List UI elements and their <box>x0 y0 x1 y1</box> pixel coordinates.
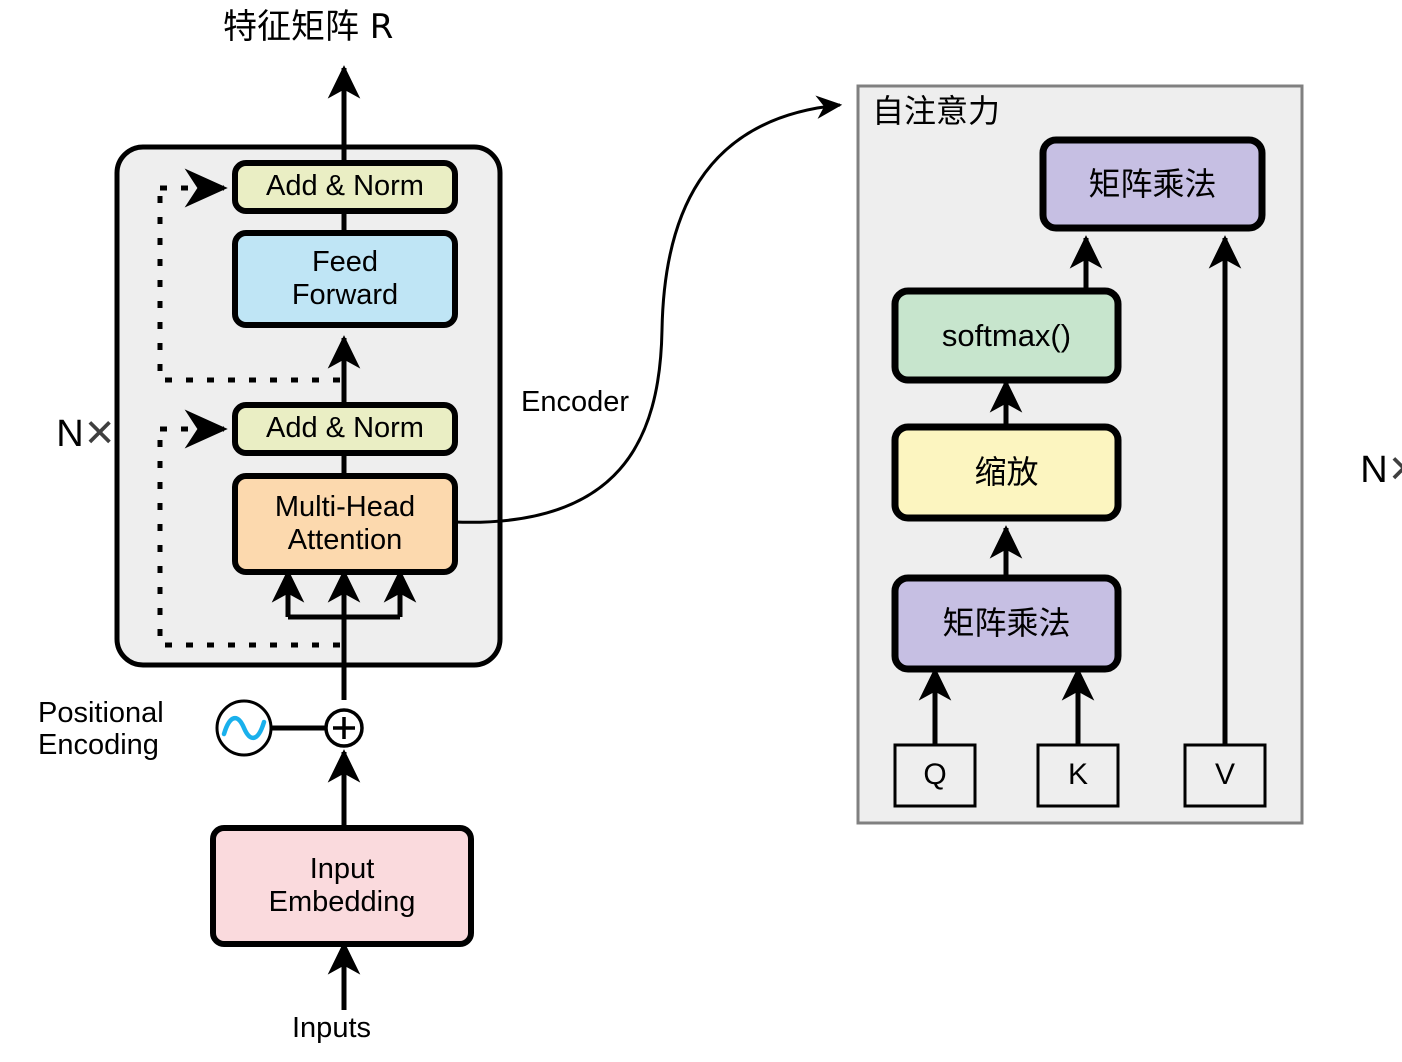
block-label-matmul-top: 矩阵乘法 <box>1088 164 1217 203</box>
repeat-left: N✕ <box>14 368 116 499</box>
repeat-left-n: N <box>56 413 84 455</box>
block-label-add-norm-bottom: Add & Norm <box>266 412 424 445</box>
block-label-softmax: softmax() <box>941 317 1072 353</box>
block-label-q: Q <box>923 758 947 792</box>
block-label-matmul-bottom: 矩阵乘法 <box>942 604 1071 643</box>
block-label-input-embedding: Input Embedding <box>268 852 416 918</box>
repeat-left-times-icon: ✕ <box>83 413 116 455</box>
block-label-v: V <box>1214 758 1235 792</box>
block-label-feed-forward: Feed Forward <box>291 245 399 311</box>
block-label-k: K <box>1067 758 1088 792</box>
block-label-add-norm-top: Add & Norm <box>266 170 424 203</box>
repeat-right: N✕ <box>1318 404 1402 535</box>
block-label-scale: 缩放 <box>974 453 1039 492</box>
block-label-multi-head-attention: Multi-Head Attention <box>274 490 416 556</box>
repeat-right-times-icon: ✕ <box>1388 449 1402 491</box>
diagram-canvas: 特征矩阵 R N✕ N✕ Encoder Positional Encoding… <box>0 0 1402 1062</box>
repeat-right-n: N <box>1360 449 1388 491</box>
encoder-to-selfattention-curve <box>454 95 843 524</box>
